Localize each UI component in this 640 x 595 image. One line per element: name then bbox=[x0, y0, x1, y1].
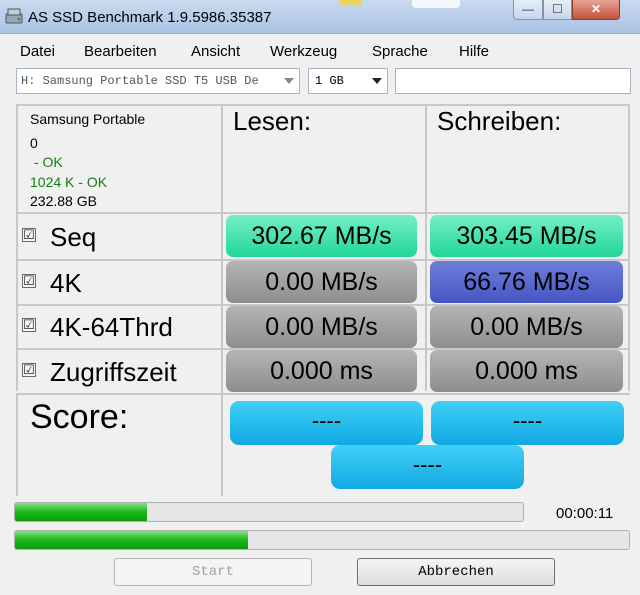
menu-ansicht[interactable]: Ansicht bbox=[191, 43, 240, 60]
app-drive-icon bbox=[5, 8, 23, 24]
driver-status: - OK bbox=[30, 154, 63, 170]
grid-line bbox=[16, 393, 630, 395]
grid-line bbox=[16, 212, 630, 214]
checkbox-icon[interactable]: ☑ bbox=[22, 274, 36, 288]
start-button[interactable]: Start bbox=[114, 558, 312, 586]
drive-capacity: 232.88 GB bbox=[30, 193, 97, 209]
4k-read-result: 0.00 MB/s bbox=[226, 261, 417, 303]
close-button[interactable]: ✕ bbox=[572, 0, 620, 20]
abort-button[interactable]: Abbrechen bbox=[357, 558, 555, 586]
write-score: ---- bbox=[431, 401, 624, 445]
window-title: AS SSD Benchmark 1.9.5986.35387 bbox=[28, 9, 272, 26]
4k-write-result: 66.76 MB/s bbox=[430, 261, 623, 303]
size-select-value: 1 GB bbox=[315, 74, 344, 88]
4k64-read-result: 0.00 MB/s bbox=[226, 306, 417, 348]
test-label: 4K-64Thrd bbox=[50, 312, 173, 342]
total-score: ---- bbox=[331, 445, 524, 489]
drive-select[interactable]: H: Samsung Portable SSD T5 USB De bbox=[16, 68, 300, 94]
test-progress-bar bbox=[14, 502, 524, 522]
drive-info-line: 0 bbox=[30, 135, 38, 151]
4k64-write-result: 0.00 MB/s bbox=[430, 306, 623, 348]
menu-werkzeug[interactable]: Werkzeug bbox=[270, 43, 337, 60]
title-bar[interactable]: AS SSD Benchmark 1.9.5986.35387 — ☐ ✕ bbox=[0, 0, 640, 34]
menu-bearbeiten[interactable]: Bearbeiten bbox=[84, 43, 157, 60]
minimize-button[interactable]: — bbox=[513, 0, 543, 20]
checkbox-icon[interactable]: ☑ bbox=[22, 363, 36, 377]
elapsed-time: 00:00:11 bbox=[556, 505, 614, 522]
size-select[interactable]: 1 GB bbox=[308, 68, 388, 94]
write-column-header: Schreiben: bbox=[437, 106, 562, 136]
read-score: ---- bbox=[230, 401, 423, 445]
total-progress-fill bbox=[15, 531, 249, 549]
test-label: Seq bbox=[50, 222, 97, 252]
drive-select-value: H: Samsung Portable SSD T5 USB De bbox=[21, 74, 259, 88]
read-column-header: Lesen: bbox=[233, 106, 312, 136]
menu-datei[interactable]: Datei bbox=[20, 43, 55, 60]
status-field bbox=[395, 68, 631, 94]
checkbox-icon[interactable]: ☑ bbox=[22, 228, 36, 242]
test-label: 4K bbox=[50, 268, 82, 298]
checkbox-icon[interactable]: ☑ bbox=[22, 318, 36, 332]
seq-read-result: 302.67 MB/s bbox=[226, 215, 417, 257]
seq-write-result: 303.45 MB/s bbox=[430, 215, 623, 257]
maximize-button[interactable]: ☐ bbox=[543, 0, 572, 20]
menu-hilfe[interactable]: Hilfe bbox=[459, 43, 489, 60]
background-window-strip bbox=[412, 0, 460, 8]
test-progress-fill bbox=[15, 503, 148, 521]
menu-bar: Datei Bearbeiten Ansicht Werkzeug Sprach… bbox=[0, 34, 640, 64]
grid-line bbox=[16, 395, 18, 496]
chevron-down-icon bbox=[372, 78, 382, 84]
grid-line bbox=[221, 104, 223, 496]
total-progress-bar bbox=[14, 530, 630, 550]
menu-sprache[interactable]: Sprache bbox=[372, 43, 428, 60]
drive-name: Samsung Portable bbox=[30, 111, 146, 127]
chevron-down-icon bbox=[284, 78, 294, 84]
score-label: Score: bbox=[30, 398, 129, 436]
alignment-status: 1024 K - OK bbox=[30, 174, 108, 190]
access-write-result: 0.000 ms bbox=[430, 350, 623, 392]
background-window-strip bbox=[340, 0, 362, 6]
access-read-result: 0.000 ms bbox=[226, 350, 417, 392]
test-label: Zugriffszeit bbox=[50, 357, 177, 387]
